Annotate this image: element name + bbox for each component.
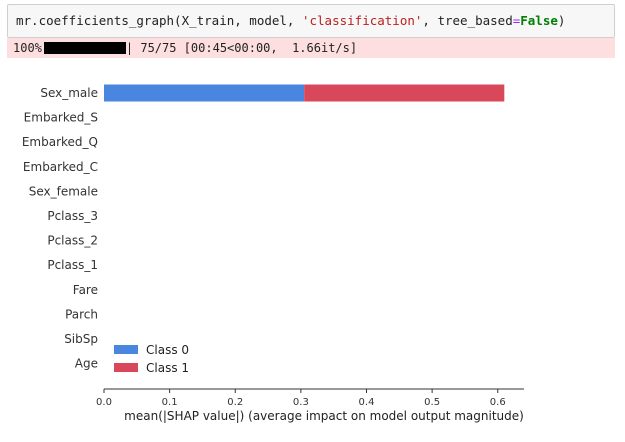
x-tick-label: 0.6 bbox=[490, 397, 506, 408]
category-label-fare: Fare bbox=[73, 283, 98, 297]
x-tick-label: 0.2 bbox=[227, 397, 243, 408]
legend-label-class-0: Class 0 bbox=[146, 343, 189, 357]
category-label-sibsp: SibSp bbox=[64, 332, 98, 346]
category-label-embarked_c: Embarked_C bbox=[23, 160, 98, 174]
x-tick-label: 0.3 bbox=[293, 397, 309, 408]
code-keyword: False bbox=[520, 13, 558, 28]
category-label-sex_female: Sex_female bbox=[29, 184, 98, 198]
legend-swatch-class-0 bbox=[114, 345, 138, 354]
progress-percent: 100% bbox=[13, 41, 42, 55]
progress-status: | 75/75 [00:45<00:00, 1.66it/s] bbox=[125, 41, 358, 55]
code-prefix: mr.coefficients_graph(X_train, model, bbox=[16, 13, 302, 28]
code-cell[interactable]: mr.coefficients_graph(X_train, model, 'c… bbox=[7, 4, 615, 38]
code-string-arg: 'classification' bbox=[301, 13, 423, 28]
category-label-parch: Parch bbox=[65, 307, 98, 321]
category-label-pclass_3: Pclass_3 bbox=[47, 209, 98, 223]
category-label-pclass_1: Pclass_1 bbox=[47, 258, 98, 272]
x-tick-label: 0.1 bbox=[162, 397, 178, 408]
legend-label-class-1: Class 1 bbox=[146, 361, 189, 375]
progress-output: 100% | 75/75 [00:45<00:00, 1.66it/s] bbox=[7, 38, 615, 58]
category-label-embarked_q: Embarked_Q bbox=[22, 135, 98, 149]
progress-bar bbox=[43, 42, 126, 54]
code-mid: , tree_based bbox=[422, 13, 513, 28]
shap-bar-chart: Sex_male Embarked_S Embarked_Q Embarked_C Se… bbox=[22, 84, 524, 423]
category-label-age: Age bbox=[75, 357, 98, 371]
category-label-sex_male: Sex_male bbox=[40, 86, 98, 100]
code-suffix: ) bbox=[557, 13, 566, 28]
category-label-pclass_2: Pclass_2 bbox=[47, 234, 98, 248]
category-label-embarked_s: Embarked_S bbox=[24, 111, 98, 125]
legend-swatch-class-1 bbox=[114, 363, 138, 372]
progress-bar-fill bbox=[43, 42, 126, 54]
x-tick-label: 0.5 bbox=[424, 397, 440, 408]
x-tick-label: 0.0 bbox=[96, 397, 112, 408]
bar-sex_male-class-1 bbox=[304, 84, 505, 102]
bar-sex_male-class-0 bbox=[104, 84, 305, 102]
x-tick-label: 0.4 bbox=[359, 397, 375, 408]
x-axis-label: mean(|SHAP value|) (average impact on mo… bbox=[124, 409, 524, 423]
